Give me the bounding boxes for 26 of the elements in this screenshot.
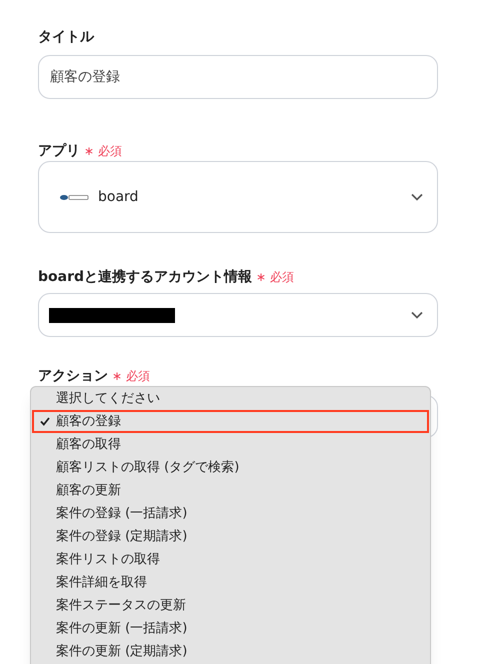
title-field[interactable]: 顧客の登録: [38, 55, 438, 99]
menu-item[interactable]: 顧客の更新: [32, 479, 429, 502]
checkmark-icon: [40, 417, 50, 426]
app-select[interactable]: board: [38, 161, 438, 233]
menu-item[interactable]: 案件の登録 (定期請求): [32, 525, 429, 548]
field-label: アプリ: [38, 142, 80, 161]
menu-item[interactable]: 案件詳細を取得: [32, 571, 429, 594]
field-label: アクション: [38, 367, 108, 386]
menu-item[interactable]: 案件の更新 (定期請求): [32, 640, 429, 663]
menu-item[interactable]: 選択してください: [32, 387, 429, 410]
chevron-down-icon: [411, 311, 423, 319]
field-label: タイトル: [38, 28, 94, 47]
required-label: ∗ 必須: [256, 269, 294, 286]
required-label: ∗ 必須: [112, 368, 150, 385]
menu-item[interactable]: 案件の登録 (一括請求): [32, 502, 429, 525]
menu-item[interactable]: 案件の更新 (一括請求): [32, 617, 429, 640]
required-label: ∗ 必須: [84, 143, 122, 160]
menu-item[interactable]: 案件リストの取得: [32, 548, 429, 571]
app-logo-icon: [60, 194, 89, 200]
menu-item[interactable]: 顧客リストの取得 (タグで検索): [32, 456, 429, 479]
chevron-down-icon: [411, 193, 423, 201]
menu-item[interactable]: 顧客の取得: [32, 433, 429, 456]
account-select[interactable]: [38, 293, 438, 337]
menu-item[interactable]: 案件ステータスの更新: [32, 594, 429, 617]
field-label: boardと連携するアカウント情報: [38, 268, 252, 287]
menu-item[interactable]: 顧客の登録: [32, 410, 429, 433]
